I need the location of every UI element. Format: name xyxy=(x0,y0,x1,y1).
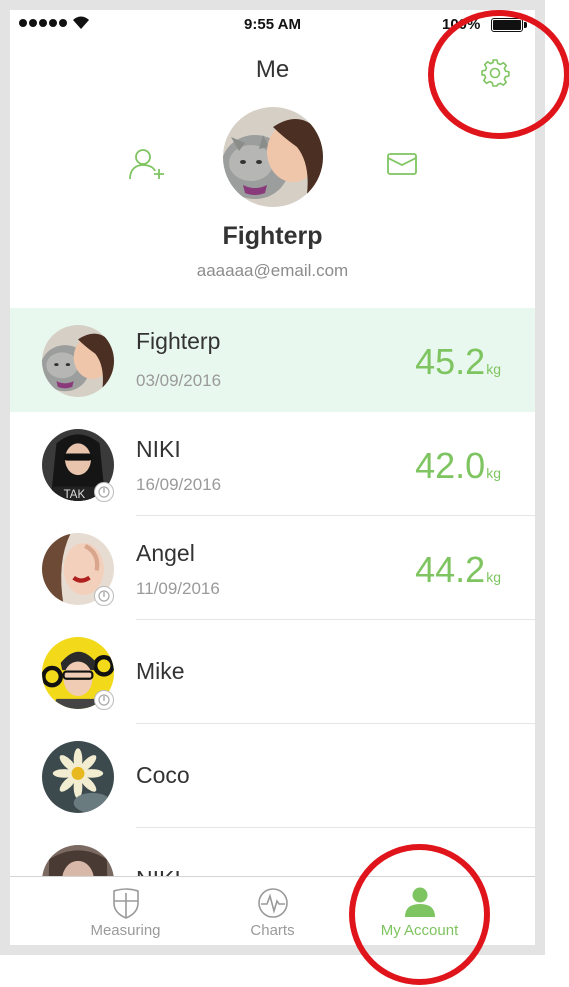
weight-number: 45.2 xyxy=(415,341,486,382)
weight-value: 45.2kg xyxy=(415,341,501,383)
user-list: Fighterp 03/09/2016 45.2kg TAK NIKI 16/0… xyxy=(10,308,535,876)
status-bar: 9:55 AM 100% xyxy=(10,10,535,40)
profile-email: aaaaaa@email.com xyxy=(196,261,349,280)
user-row-niki-2[interactable]: NIKI xyxy=(10,828,535,876)
user-name: Mike xyxy=(136,658,185,684)
user-name: Coco xyxy=(136,762,190,788)
shield-scale-icon xyxy=(112,888,139,919)
page-title: Me xyxy=(255,56,290,83)
user-name: Fighterp xyxy=(136,328,221,354)
weight-value: 44.2kg xyxy=(415,549,501,591)
user-name: NIKI xyxy=(136,866,181,876)
weight-number: 42.0 xyxy=(415,445,486,486)
device-frame: 9:55 AM 100% Me Fighterp aaaaaa@email.co… xyxy=(0,0,545,955)
battery-percentage: 100% xyxy=(442,16,481,33)
user-avatar xyxy=(42,325,114,397)
profile-name: Fighterp xyxy=(222,222,323,250)
user-row-mike[interactable]: Mike xyxy=(10,620,535,724)
weight-unit: kg xyxy=(486,361,501,377)
user-name: NIKI xyxy=(136,436,181,462)
user-avatar xyxy=(42,845,114,876)
weight-value: 42.0kg xyxy=(415,445,501,487)
profile-avatar[interactable] xyxy=(223,107,323,207)
user-row-niki[interactable]: TAK NIKI 16/09/2016 42.0kg xyxy=(10,412,535,516)
pulse-chart-icon xyxy=(257,888,288,918)
measurement-date: 11/09/2016 xyxy=(136,579,220,598)
user-row-angel[interactable]: Angel 11/09/2016 44.2kg xyxy=(10,516,535,620)
phone-screen: 9:55 AM 100% Me Fighterp aaaaaa@email.co… xyxy=(10,10,535,945)
scale-badge-icon xyxy=(94,586,114,606)
settings-gear-icon[interactable] xyxy=(480,58,510,88)
tab-bar: Measuring Charts My Account xyxy=(10,876,535,945)
tab-my-account[interactable]: My Account xyxy=(332,877,507,945)
user-avatar xyxy=(42,741,114,813)
tab-label: My Account xyxy=(380,922,459,939)
user-row-coco[interactable]: Coco xyxy=(10,724,535,828)
user-name: Angel xyxy=(136,540,195,566)
battery-icon xyxy=(491,18,527,32)
weight-unit: kg xyxy=(486,465,501,481)
weight-unit: kg xyxy=(486,569,501,585)
mail-icon[interactable] xyxy=(386,152,418,176)
add-user-icon[interactable] xyxy=(128,147,166,181)
scale-badge-icon xyxy=(94,690,114,710)
svg-text:TAK: TAK xyxy=(64,489,86,501)
scale-badge-icon xyxy=(94,482,114,502)
measurement-date: 16/09/2016 xyxy=(136,475,222,494)
weight-number: 44.2 xyxy=(415,549,486,590)
user-row-fighterp[interactable]: Fighterp 03/09/2016 45.2kg xyxy=(10,308,535,412)
measurement-date: 03/09/2016 xyxy=(136,371,222,390)
person-icon xyxy=(404,887,435,917)
